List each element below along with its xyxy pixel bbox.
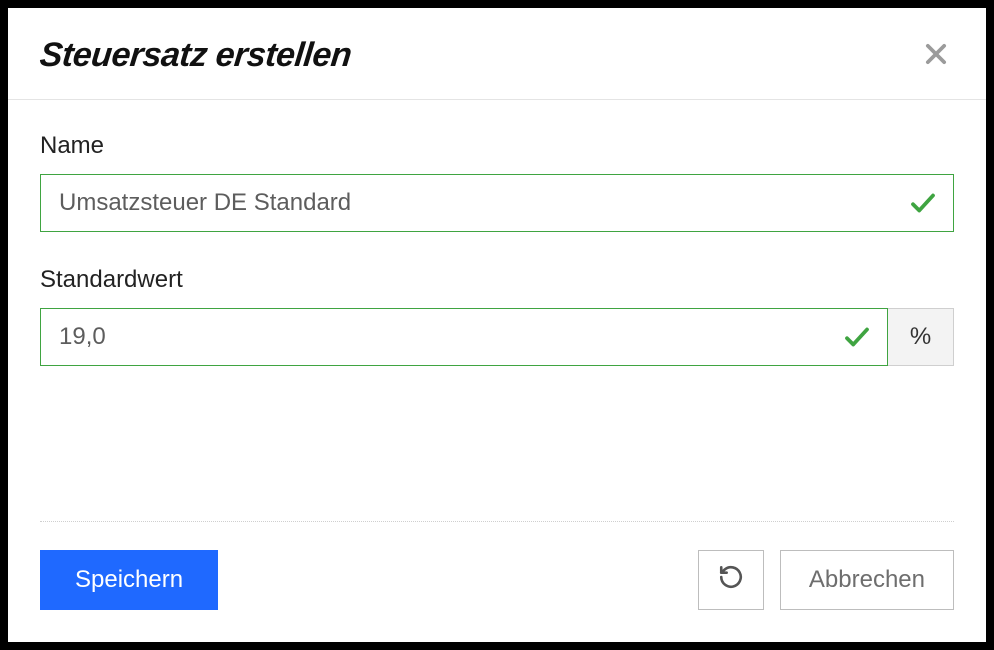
- reset-button[interactable]: [698, 550, 764, 610]
- default-value-input[interactable]: [40, 308, 888, 366]
- undo-icon: [718, 564, 744, 597]
- name-field-group: Name: [40, 132, 954, 232]
- modal-header: Steuersatz erstellen: [8, 8, 986, 100]
- footer-spacer: [234, 550, 682, 610]
- name-label: Name: [40, 132, 954, 160]
- default-value-label: Standardwert: [40, 266, 954, 294]
- modal-title: Steuersatz erstellen: [38, 36, 353, 75]
- cancel-button[interactable]: Abbrechen: [780, 550, 954, 610]
- close-button[interactable]: [918, 36, 954, 75]
- create-tax-rate-modal: Steuersatz erstellen Name: [8, 8, 986, 642]
- close-icon: [922, 40, 950, 71]
- percent-addon: %: [888, 308, 954, 366]
- save-button[interactable]: Speichern: [40, 550, 218, 610]
- modal-body: Name Standardwert: [8, 100, 986, 515]
- default-value-field-group: Standardwert %: [40, 266, 954, 366]
- name-input[interactable]: [40, 174, 954, 232]
- modal-footer: Speichern Abbrechen: [40, 521, 954, 642]
